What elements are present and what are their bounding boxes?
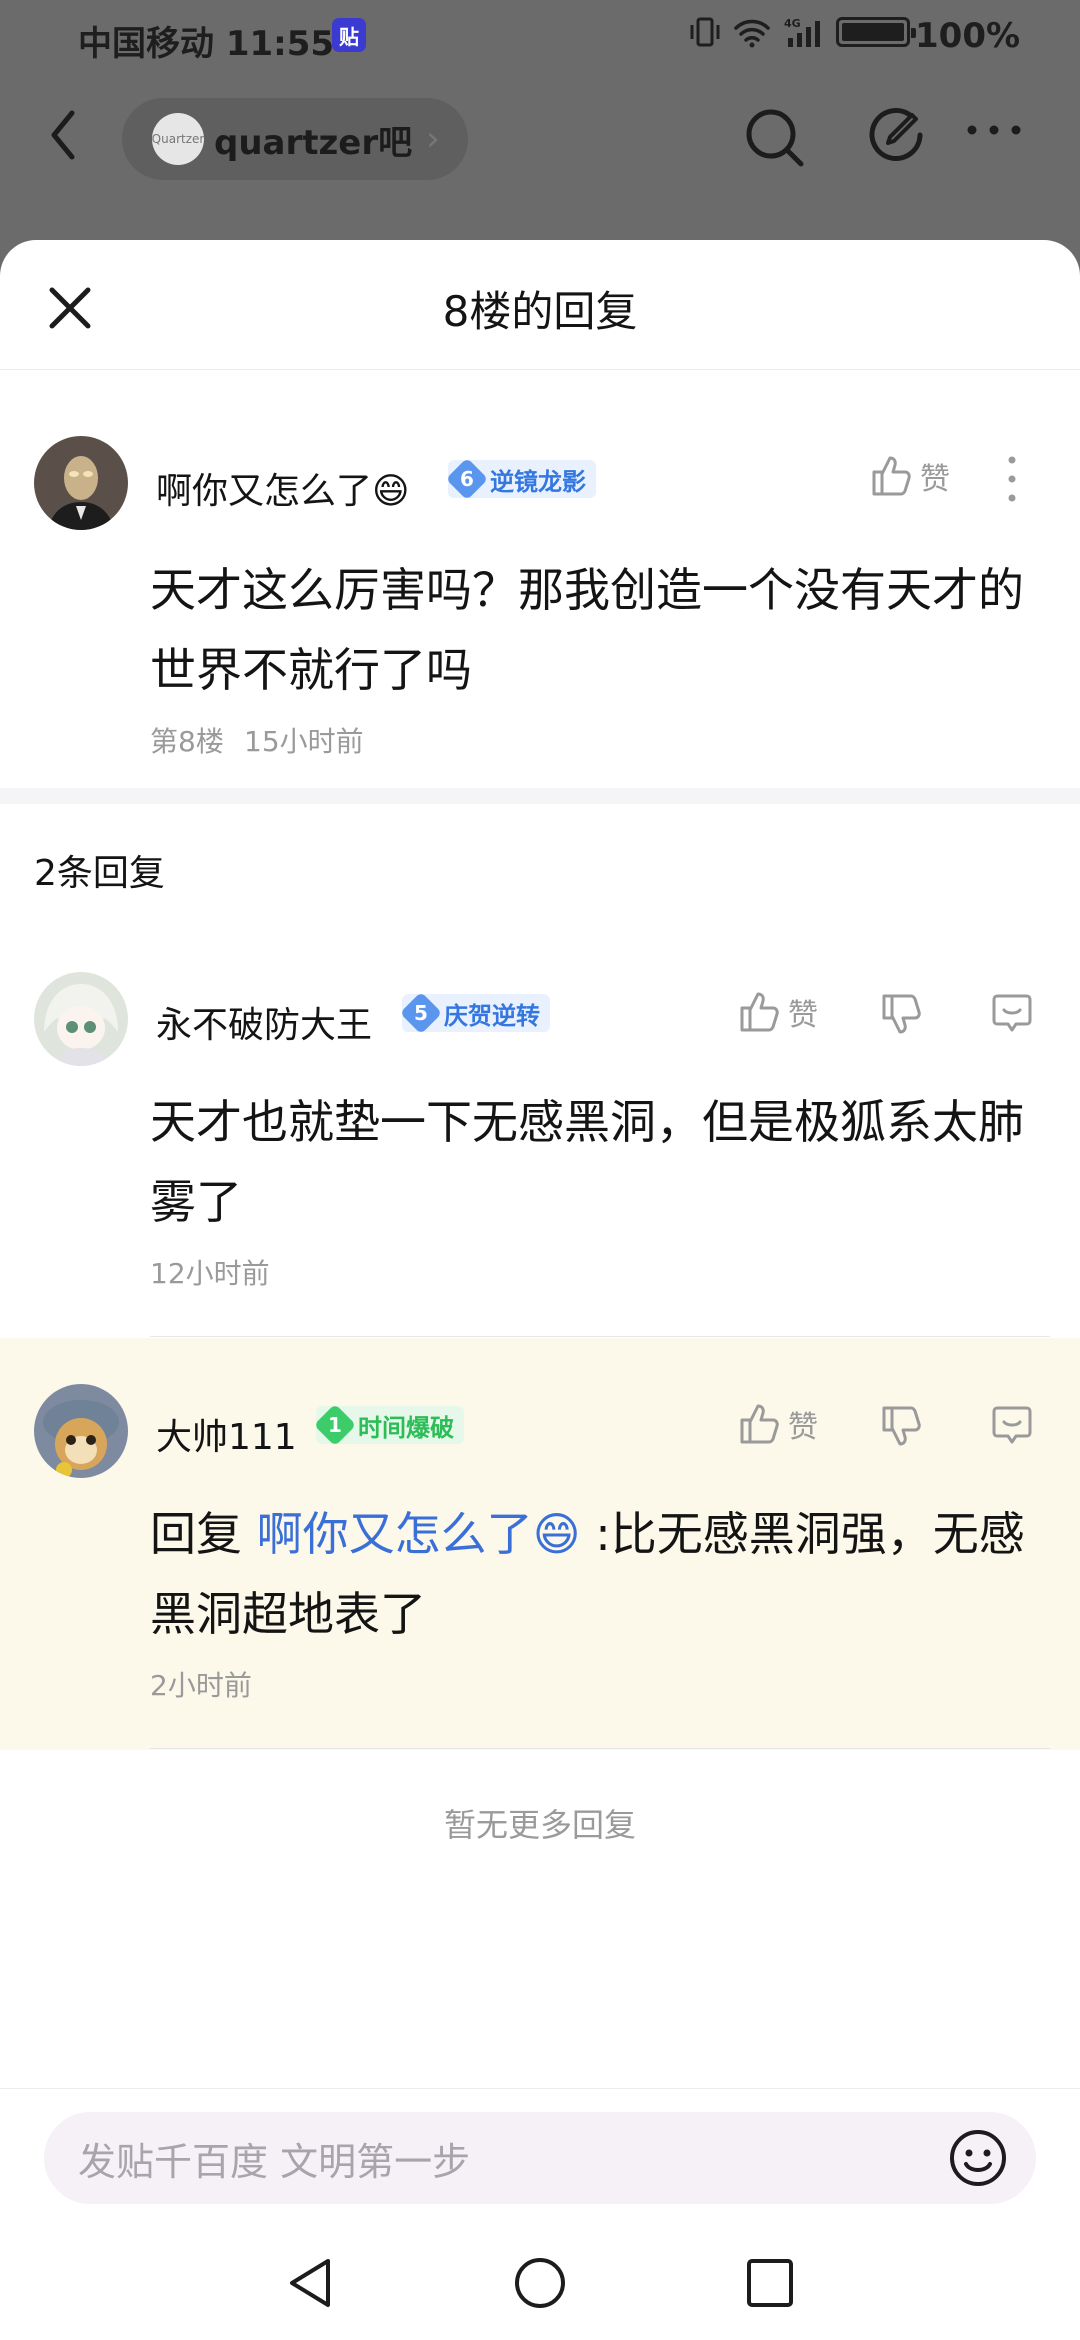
badge-title: 庆贺逆转	[444, 1001, 540, 1030]
forum-name: quartzer吧	[214, 122, 413, 163]
divider	[150, 1336, 1050, 1337]
reply-comment-icon[interactable]	[990, 1404, 1034, 1448]
reply-content: 天才也就垫一下无感黑洞，但是极狐系太肺雾了	[150, 1095, 1024, 1229]
reply-time: 2小时前	[150, 1669, 252, 1702]
level-number: 6	[460, 466, 474, 491]
edit-icon[interactable]	[866, 105, 926, 165]
nav-recents-icon[interactable]	[744, 2255, 796, 2311]
status-icons: 4G	[688, 16, 916, 48]
reply-username[interactable]: 永不破防大王	[156, 996, 372, 1048]
badge-title: 逆镜龙影	[490, 467, 586, 496]
reply-comment-icon[interactable]	[990, 992, 1034, 1036]
like-label: 赞	[920, 462, 950, 497]
replies-count: 2条回复	[34, 853, 165, 894]
thumbs-up-icon	[740, 992, 779, 1032]
reply-time: 12小时前	[150, 1257, 270, 1290]
forum-logo: Quartzer	[152, 113, 204, 165]
search-icon[interactable]	[742, 105, 808, 171]
post-floor: 第8楼	[150, 725, 224, 758]
chevron-right-icon: ›	[426, 119, 440, 159]
more-icon[interactable]	[964, 118, 1024, 142]
vibrate-icon	[690, 17, 720, 47]
replies-sheet: 8楼的回复 啊你又怎么了😄 6 逆镜龙影 赞 天才这么厉害吗？那我创造一个没有天…	[0, 240, 1080, 2340]
level-number: 5	[414, 1000, 428, 1025]
battery-icon	[836, 17, 916, 47]
like-label: 赞	[788, 998, 818, 1033]
reply-to-user-link[interactable]: 啊你又怎么了😄	[257, 1507, 581, 1561]
status-bar: 中国移动 11:55 贴 4G 100%	[0, 0, 1080, 80]
thumbs-down-icon[interactable]	[880, 1404, 922, 1448]
like-button[interactable]: 赞	[738, 1402, 818, 1446]
thumbs-down-icon[interactable]	[880, 992, 922, 1036]
avatar[interactable]	[34, 1384, 128, 1478]
like-button[interactable]: 赞	[870, 454, 950, 498]
avatar[interactable]	[34, 436, 128, 530]
signal-icon: 4G	[784, 17, 820, 47]
sheet-title: 8楼的回复	[442, 287, 638, 336]
like-button[interactable]: 赞	[738, 990, 818, 1034]
level-number: 1	[328, 1412, 342, 1437]
nav-back-icon[interactable]	[284, 2255, 336, 2311]
section-divider	[0, 788, 1080, 804]
like-label: 赞	[788, 1410, 818, 1445]
reply-username[interactable]: 大帅111	[156, 1408, 297, 1460]
thumbs-up-icon	[872, 456, 911, 496]
post-content: 天才这么厉害吗？那我创造一个没有天才的世界不就行了吗	[150, 563, 1024, 697]
svg-text:4G: 4G	[784, 17, 801, 30]
post-time: 15小时前	[244, 725, 364, 758]
tieba-notification-icon: 贴	[332, 18, 366, 52]
divider	[150, 1748, 1050, 1749]
battery-percent: 100%	[915, 16, 1021, 56]
reply-prefix: 回复	[150, 1507, 257, 1561]
wifi-icon	[734, 19, 770, 48]
back-icon[interactable]	[44, 105, 84, 165]
badge-title: 时间爆破	[358, 1413, 454, 1442]
emoji-icon[interactable]	[948, 2128, 1008, 2188]
thumbs-up-icon	[740, 1404, 779, 1444]
sheet-header: 8楼的回复	[0, 240, 1080, 370]
level-badge: 1 时间爆破	[313, 1403, 464, 1447]
carrier-time: 中国移动 11:55	[78, 24, 335, 64]
level-badge: 5 庆贺逆转	[399, 991, 550, 1035]
no-more-replies: 暂无更多回复	[443, 1806, 636, 1844]
reply-input[interactable]: 发贴千百度 文明第一步	[44, 2112, 1036, 2204]
avatar[interactable]	[34, 972, 128, 1066]
nav-home-icon[interactable]	[512, 2255, 568, 2311]
input-bar-divider	[0, 2088, 1080, 2089]
forum-chip[interactable]: Quartzer quartzer吧 ›	[122, 98, 468, 180]
post-username[interactable]: 啊你又怎么了😄	[156, 462, 410, 514]
more-vertical-icon[interactable]	[1000, 454, 1024, 504]
reply-content: 回复 啊你又怎么了😄 :比无感黑洞强，无感黑洞超地表了	[150, 1494, 1050, 1654]
level-badge: 6 逆镜龙影	[445, 457, 596, 501]
